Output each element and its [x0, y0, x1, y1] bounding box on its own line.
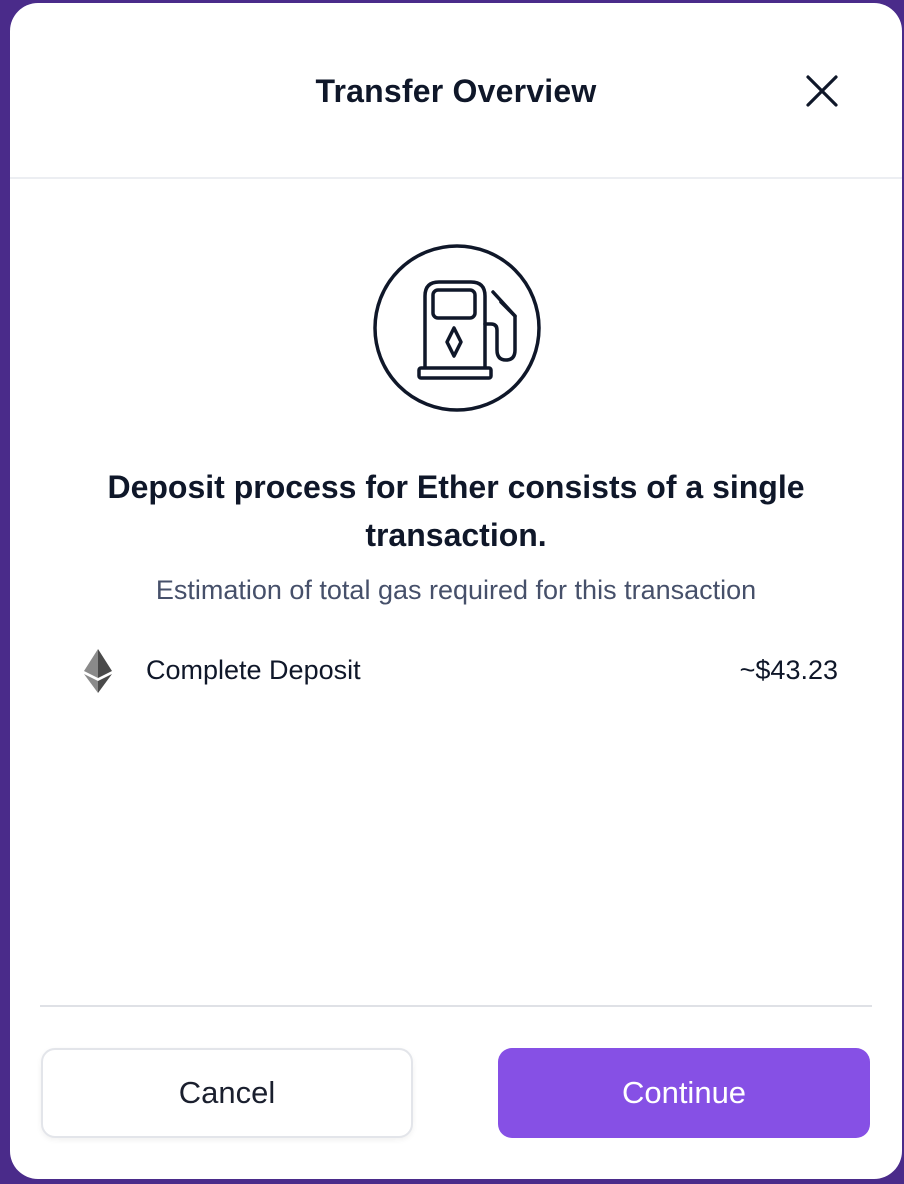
deposit-headline: Deposit process for Ether consists of a …: [107, 469, 805, 553]
row-label: Complete Deposit: [146, 655, 361, 685]
close-icon: [806, 75, 838, 107]
row-value: ~$43.23: [739, 655, 838, 685]
modal-header: Transfer Overview: [10, 3, 902, 179]
gas-estimate-row: Complete Deposit ~$43.23: [80, 643, 838, 699]
gas-pump-icon: [373, 244, 541, 412]
cancel-button[interactable]: Cancel: [41, 1048, 413, 1138]
continue-button[interactable]: Continue: [498, 1048, 870, 1138]
ethereum-icon: [84, 649, 112, 693]
gas-estimation-subtitle: Estimation of total gas required for thi…: [155, 575, 757, 605]
modal-title: Transfer Overview: [315, 73, 597, 109]
close-button[interactable]: [800, 69, 844, 113]
transfer-overview-modal: Transfer Overview Deposit process for Et…: [10, 3, 902, 1179]
footer-divider: [40, 1005, 872, 1007]
